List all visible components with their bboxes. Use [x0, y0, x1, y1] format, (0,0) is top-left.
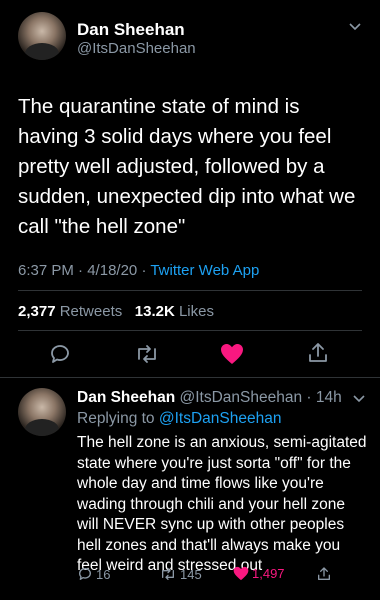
replying-to-handle[interactable]: @ItsDanSheehan [159, 410, 282, 427]
replying-to: Replying to @ItsDanSheehan [77, 410, 281, 428]
tweet-meta: 6:37 PM · 4/18/20 · Twitter Web App [18, 262, 259, 279]
reply-author-name[interactable]: Dan Sheehan [77, 389, 175, 406]
heart-icon[interactable] [220, 343, 244, 370]
tweet-text: The quarantine state of mind is having 3… [18, 95, 356, 238]
like-action[interactable]: 1,497 [233, 566, 285, 581]
divider [0, 377, 380, 378]
like-count: 1,497 [252, 566, 285, 581]
chevron-down-icon[interactable] [348, 22, 362, 32]
retweet-icon[interactable] [134, 342, 160, 371]
tweet-time: 6:37 PM [18, 262, 74, 279]
author-name[interactable]: Dan Sheehan [77, 20, 185, 40]
avatar[interactable] [18, 388, 66, 436]
reply-text: The hell zone is an anxious, semi-agitat… [77, 434, 367, 574]
reply-header: Dan Sheehan @ItsDanSheehan · 14h [77, 389, 342, 407]
tweet-source-app[interactable]: Twitter Web App [150, 262, 259, 279]
tweet-stats: 2,377 Retweets 13.2K Likes [18, 303, 214, 320]
heart-icon [233, 566, 249, 581]
tweet-date: 4/18/20 [87, 262, 138, 279]
separator: · [302, 389, 316, 406]
reply-age: 14h [315, 389, 342, 406]
retweets-stat[interactable]: 2,377 Retweets [18, 303, 122, 320]
likes-label: Likes [178, 303, 214, 320]
likes-stat[interactable]: 13.2K Likes [135, 303, 214, 320]
reply-icon[interactable] [48, 342, 72, 371]
retweet-icon [162, 568, 174, 580]
retweets-count: 2,377 [18, 303, 56, 320]
reply-action[interactable]: 16 [77, 566, 110, 582]
separator: · [78, 262, 88, 279]
share-icon [318, 567, 330, 580]
retweet-action[interactable]: 145 [159, 566, 202, 582]
avatar[interactable] [18, 12, 66, 60]
reply-icon [79, 568, 91, 580]
divider [18, 330, 362, 331]
divider [18, 290, 362, 291]
share-icon[interactable] [306, 341, 330, 370]
likes-count: 13.2K [134, 303, 175, 320]
author-handle[interactable]: @ItsDanSheehan [77, 40, 196, 57]
reply-author-handle[interactable]: @ItsDanSheehan [180, 389, 303, 406]
reply-count: 16 [96, 566, 111, 582]
share-action[interactable] [316, 566, 332, 582]
retweets-label: Retweets [59, 303, 123, 320]
replying-prefix: Replying to [77, 410, 155, 427]
chevron-down-icon[interactable] [352, 394, 366, 404]
separator: · [141, 262, 151, 279]
retweet-count: 145 [180, 566, 202, 582]
